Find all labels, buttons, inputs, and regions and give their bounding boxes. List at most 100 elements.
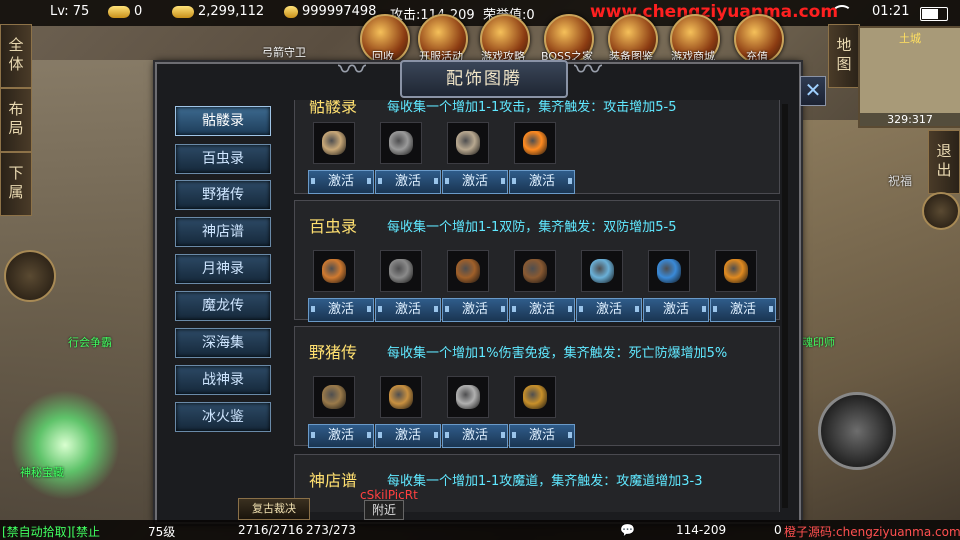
section-name: 野猪传 — [309, 343, 358, 362]
horn-ring-icon-image — [456, 259, 480, 283]
activate-button[interactable]: 激活 — [442, 170, 508, 194]
bottom-bar: [禁自动拾取][禁止 75级 2716/2716 273/273 💬 114-2… — [0, 520, 960, 540]
npc-label-bless[interactable]: 祝福 — [888, 172, 912, 189]
section-name: 骷髅录 — [309, 100, 358, 116]
minimap-coords: 329:317 — [860, 113, 960, 126]
activate-button[interactable]: 激活 — [509, 424, 575, 448]
npc-label-soul[interactable]: 魂印师 — [802, 334, 835, 350]
close-icon[interactable]: ✕ — [800, 76, 826, 106]
tusk-icon-image — [322, 385, 346, 409]
beetle-shell-icon-image — [523, 259, 547, 283]
category-demon-dragon[interactable]: 魔龙传 — [175, 291, 271, 321]
fireball-icon[interactable] — [514, 122, 556, 164]
section-desc: 每收集一个增加1-1攻击，集齐触发：攻击增加5-5 — [387, 100, 677, 115]
activate-button[interactable]: 激活 — [509, 298, 575, 322]
wing-icon[interactable] — [648, 250, 690, 292]
gold-bars: 0 — [108, 4, 142, 19]
amulet-icon[interactable] — [313, 250, 355, 292]
activate-button[interactable]: 激活 — [509, 170, 575, 194]
skill-wheel-icon[interactable] — [4, 250, 56, 302]
boar-head-icon[interactable] — [514, 376, 556, 418]
skeleton-icon[interactable] — [380, 122, 422, 164]
wifi-icon — [832, 5, 852, 21]
category-wild-boar[interactable]: 野猪传 — [175, 180, 271, 210]
wing-icon-image — [657, 259, 681, 283]
chat-bubble-icon[interactable]: 💬 — [620, 523, 635, 537]
restore-button[interactable]: 复古裁决 — [238, 498, 310, 520]
bald-head-icon-image — [456, 131, 480, 155]
npc-label-guard[interactable]: 弓箭守卫 — [262, 44, 306, 60]
category-skeleton[interactable]: 骷髅录 — [175, 106, 271, 136]
exit-button[interactable]: 退出 — [928, 130, 960, 194]
category-list: 骷髅录 百虫录 野猪传 神店谱 月神录 魔龙传 深海集 战神录 冰火鉴 — [163, 100, 285, 510]
activate-button[interactable]: 激活 — [576, 298, 642, 322]
skeleton-icon-image — [389, 131, 413, 155]
category-shrine[interactable]: 神店谱 — [175, 217, 271, 247]
section-desc: 每收集一个增加1-1攻魔道，集齐触发：攻魔道增加3-3 — [387, 474, 703, 489]
skull-icon-image — [322, 131, 346, 155]
npc-label-guild[interactable]: 行会争霸 — [68, 334, 112, 350]
amber-gem-icon[interactable] — [715, 250, 757, 292]
section-desc: 每收集一个增加1-1双防，集齐触发：双防增加5-5 — [387, 220, 677, 235]
dragon-ornament-right-icon: 〰 — [574, 53, 603, 86]
activate-button[interactable]: 激活 — [442, 424, 508, 448]
level-text: Lv: 75 — [50, 4, 90, 19]
minimap[interactable]: 土城 329:317 — [858, 26, 960, 128]
bone-spike-icon-image — [389, 385, 413, 409]
tab-all[interactable]: 全体 — [0, 24, 32, 88]
category-moon-god[interactable]: 月神录 — [175, 254, 271, 284]
tab-subordinate[interactable]: 下属 — [0, 152, 32, 216]
hp-value: 2716/2716 — [238, 523, 304, 537]
nearby-chat-tab[interactable]: 附近 — [364, 500, 404, 520]
category-war-god[interactable]: 战神录 — [175, 365, 271, 395]
content-scrollbar[interactable] — [782, 104, 788, 508]
dragon-ornament-left-icon: 〰 — [338, 53, 367, 86]
beetle-shell-icon[interactable] — [514, 250, 556, 292]
amber-gem-icon-image — [724, 259, 748, 283]
bald-head-icon[interactable] — [447, 122, 489, 164]
horn-ring-icon[interactable] — [447, 250, 489, 292]
minimap-title: 土城 — [899, 32, 921, 45]
activate-button[interactable]: 激活 — [375, 170, 441, 194]
bug-claw-icon-image — [389, 259, 413, 283]
crossed-tusks-icon[interactable] — [447, 376, 489, 418]
skull-icon[interactable] — [313, 122, 355, 164]
panel-title: 配饰图腾 — [400, 60, 568, 98]
activate-button[interactable]: 激活 — [643, 298, 709, 322]
collection-content[interactable]: 骷髅录 每收集一个增加1-1攻击，集齐触发：攻击增加5-5 百虫录 每收集一个增… — [294, 100, 790, 512]
map-button[interactable]: 地图 — [828, 24, 860, 88]
yuanbao-amount: 999997498 — [284, 4, 376, 19]
section-name: 神店谱 — [309, 471, 358, 490]
activate-button[interactable]: 激活 — [710, 298, 776, 322]
attack-sword-icon[interactable] — [818, 392, 896, 470]
clock: 01:21 — [872, 4, 910, 19]
player-coords: 114-209 — [676, 523, 727, 537]
activate-button[interactable]: 激活 — [308, 170, 374, 194]
player-level: 75级 — [148, 525, 176, 539]
crossed-tusks-icon-image — [456, 385, 480, 409]
activate-button[interactable]: 激活 — [375, 298, 441, 322]
activate-button[interactable]: 激活 — [308, 298, 374, 322]
tusk-icon[interactable] — [313, 376, 355, 418]
section-name: 百虫录 — [309, 217, 358, 236]
gold-ingot-icon — [172, 5, 194, 18]
activate-button[interactable]: 激活 — [308, 424, 374, 448]
treasure-glow[interactable] — [10, 390, 120, 500]
tab-layout[interactable]: 布局 — [0, 88, 32, 152]
bone-spike-icon[interactable] — [380, 376, 422, 418]
npc-label-treasure[interactable]: 神秘宝藏 — [20, 464, 64, 480]
category-ice-fire[interactable]: 冰火鉴 — [175, 402, 271, 432]
crystal-bug-icon-image — [590, 259, 614, 283]
category-hundred-bugs[interactable]: 百虫录 — [175, 144, 271, 174]
crystal-bug-icon[interactable] — [581, 250, 623, 292]
mp-value: 273/273 — [306, 523, 356, 537]
activate-button[interactable]: 激活 — [375, 424, 441, 448]
zero-count: 0 — [774, 523, 782, 537]
category-deep-sea[interactable]: 深海集 — [175, 328, 271, 358]
bug-claw-icon[interactable] — [380, 250, 422, 292]
battery-icon — [920, 7, 948, 21]
activate-button[interactable]: 激活 — [442, 298, 508, 322]
boar-head-icon-image — [523, 385, 547, 409]
auto-pickup-toggle[interactable]: [禁自动拾取][禁止 — [2, 523, 100, 540]
compass-icon[interactable] — [922, 192, 960, 230]
